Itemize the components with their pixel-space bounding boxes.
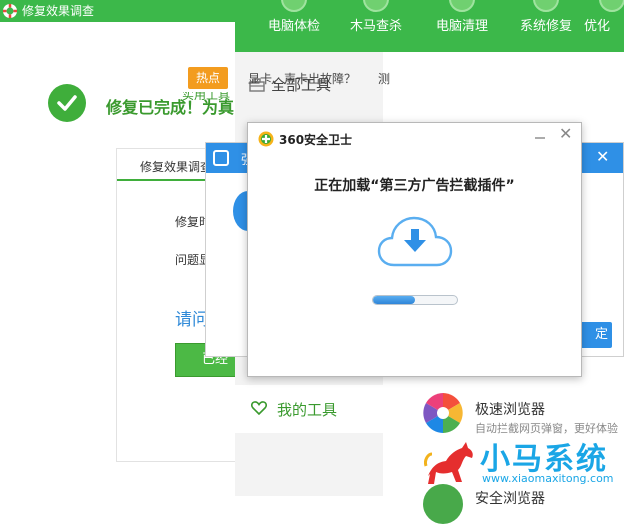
horse-logo-icon: [424, 442, 473, 484]
success-check-icon: [48, 84, 86, 122]
speed-browser-name[interactable]: 极速浏览器: [475, 399, 545, 419]
nav-label: 木马查杀: [349, 19, 402, 34]
survey-window-title: 修复效果调查: [22, 4, 95, 18]
nav-item-checkup[interactable]: 电脑体检: [250, 0, 338, 52]
hot-news-link-2[interactable]: 测: [378, 70, 390, 87]
toolbox-nav-bar: 电脑体检 木马查杀 电脑清理 系统修复 优化: [235, 0, 624, 52]
nav-item-cleanup[interactable]: 电脑清理: [418, 0, 506, 52]
watermark: 小马系统 www.xiaomaxitong.com: [420, 436, 624, 496]
section-heading-clipped: 实用工具: [182, 92, 262, 102]
popup-block-icon: [213, 150, 229, 166]
sidebar-item-my-tools[interactable]: 我的工具: [235, 385, 383, 433]
hot-badge: 热点: [188, 67, 228, 89]
heart-icon: [251, 401, 267, 415]
loading-message: 正在加载“第三方广告拦截插件”: [314, 178, 515, 194]
minimize-icon[interactable]: [534, 126, 546, 144]
optimize-icon: [599, 0, 624, 12]
loading-progress-bar: [372, 295, 458, 305]
nav-item-system-repair[interactable]: 系统修复: [502, 0, 590, 52]
checkup-icon: [281, 0, 307, 12]
hot-news-link[interactable]: 显卡、声卡出故障？: [248, 70, 356, 87]
cleanup-icon: [449, 0, 475, 12]
trojan-scan-icon: [363, 0, 389, 12]
progress-fill: [373, 296, 415, 304]
lifebuoy-icon: [3, 4, 17, 18]
section-heading: 实用工具: [182, 92, 231, 102]
nav-label: 优化: [583, 19, 610, 34]
nav-label: 电脑清理: [435, 19, 488, 34]
nav-item-optimize[interactable]: 优化: [581, 0, 624, 52]
survey-question: 请问: [175, 310, 209, 330]
sidebar-item-label: 我的工具: [277, 401, 338, 419]
loading-dialog: 360安全卫士 ✕ 正在加载“第三方广告拦截插件”: [247, 122, 582, 377]
360-logo-icon: [258, 131, 274, 147]
nav-label: 系统修复: [519, 19, 572, 34]
cloud-download-icon: [377, 216, 453, 267]
nav-item-trojan-scan[interactable]: 木马查杀: [332, 0, 420, 52]
system-repair-icon: [533, 0, 559, 12]
nav-label: 电脑体检: [267, 19, 320, 34]
speed-browser-icon[interactable]: [423, 393, 463, 433]
close-icon[interactable]: ✕: [596, 147, 609, 167]
watermark-url: www.xiaomaxitong.com: [482, 472, 614, 485]
close-icon[interactable]: ✕: [559, 125, 572, 143]
loading-dialog-title: 360安全卫士: [279, 133, 353, 147]
